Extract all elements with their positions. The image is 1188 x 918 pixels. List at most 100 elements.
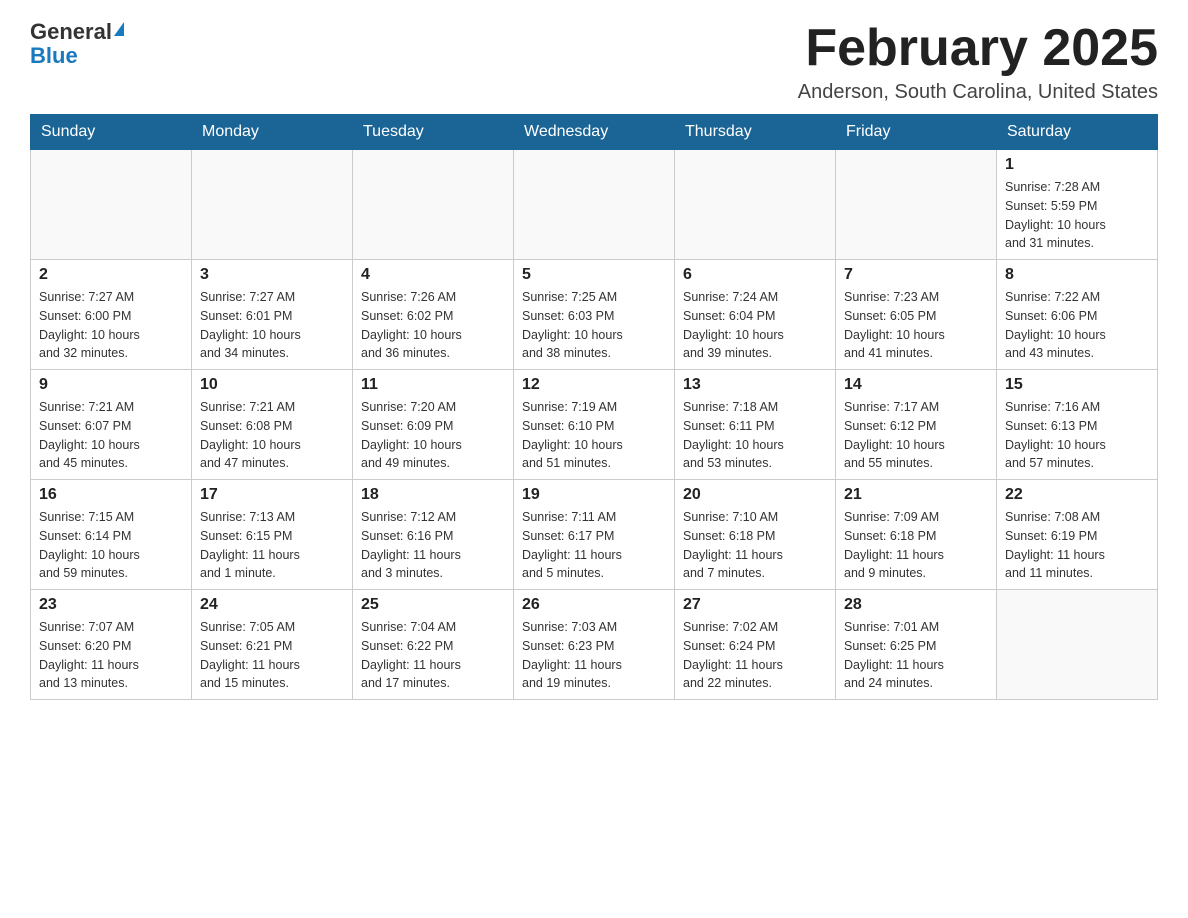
- day-number: 6: [683, 266, 827, 284]
- day-info: Sunrise: 7:25 AM Sunset: 6:03 PM Dayligh…: [522, 288, 666, 363]
- day-number: 24: [200, 596, 344, 614]
- day-number: 21: [844, 486, 988, 504]
- day-number: 2: [39, 266, 183, 284]
- weekday-header-thursday: Thursday: [675, 115, 836, 150]
- day-info: Sunrise: 7:23 AM Sunset: 6:05 PM Dayligh…: [844, 288, 988, 363]
- calendar-cell: 20 Sunrise: 7:10 AM Sunset: 6:18 PM Dayli…: [675, 480, 836, 590]
- day-number: 20: [683, 486, 827, 504]
- day-info: Sunrise: 7:12 AM Sunset: 6:16 PM Dayligh…: [361, 508, 505, 583]
- day-number: 1: [1005, 156, 1149, 174]
- week-row-5: 23 Sunrise: 7:07 AM Sunset: 6:20 PM Dayli…: [31, 590, 1158, 700]
- day-number: 10: [200, 376, 344, 394]
- day-info: Sunrise: 7:21 AM Sunset: 6:08 PM Dayligh…: [200, 398, 344, 473]
- weekday-header-saturday: Saturday: [997, 115, 1158, 150]
- weekday-header-friday: Friday: [836, 115, 997, 150]
- calendar-cell: 21 Sunrise: 7:09 AM Sunset: 6:18 PM Dayli…: [836, 480, 997, 590]
- day-number: 27: [683, 596, 827, 614]
- week-row-4: 16 Sunrise: 7:15 AM Sunset: 6:14 PM Dayli…: [31, 480, 1158, 590]
- calendar-cell: 25Sunrise: 7:04 AM Sunset: 6:22 PM Dayli…: [353, 590, 514, 700]
- day-info: Sunrise: 7:13 AM Sunset: 6:15 PM Dayligh…: [200, 508, 344, 583]
- day-info: Sunrise: 7:02 AM Sunset: 6:24 PM Dayligh…: [683, 618, 827, 693]
- title-area: February 2025 Anderson, South Carolina, …: [798, 20, 1158, 104]
- day-number: 22: [1005, 486, 1149, 504]
- day-info: Sunrise: 7:18 AM Sunset: 6:11 PM Dayligh…: [683, 398, 827, 473]
- calendar-cell: 4Sunrise: 7:26 AM Sunset: 6:02 PM Daylig…: [353, 260, 514, 370]
- calendar-cell: 9 Sunrise: 7:21 AM Sunset: 6:07 PM Daylig…: [31, 370, 192, 480]
- weekday-header-row: SundayMondayTuesdayWednesdayThursdayFrid…: [31, 115, 1158, 150]
- day-number: 9: [39, 376, 183, 394]
- day-number: 11: [361, 376, 505, 394]
- day-info: Sunrise: 7:17 AM Sunset: 6:12 PM Dayligh…: [844, 398, 988, 473]
- day-number: 26: [522, 596, 666, 614]
- day-number: 13: [683, 376, 827, 394]
- calendar-cell: 28Sunrise: 7:01 AM Sunset: 6:25 PM Dayli…: [836, 590, 997, 700]
- day-number: 8: [1005, 266, 1149, 284]
- calendar-cell: 10 Sunrise: 7:21 AM Sunset: 6:08 PM Dayli…: [192, 370, 353, 480]
- day-info: Sunrise: 7:22 AM Sunset: 6:06 PM Dayligh…: [1005, 288, 1149, 363]
- calendar-cell: [192, 150, 353, 260]
- week-row-1: 1 Sunrise: 7:28 AM Sunset: 5:59 PM Daylig…: [31, 150, 1158, 260]
- calendar-cell: 2 Sunrise: 7:27 AM Sunset: 6:00 PM Daylig…: [31, 260, 192, 370]
- weekday-header-monday: Monday: [192, 115, 353, 150]
- header-area: General Blue February 2025 Anderson, Sou…: [30, 20, 1158, 104]
- calendar-cell: 15 Sunrise: 7:16 AM Sunset: 6:13 PM Dayli…: [997, 370, 1158, 480]
- calendar-cell: 6 Sunrise: 7:24 AM Sunset: 6:04 PM Daylig…: [675, 260, 836, 370]
- calendar-cell: 7 Sunrise: 7:23 AM Sunset: 6:05 PM Daylig…: [836, 260, 997, 370]
- day-number: 19: [522, 486, 666, 504]
- calendar-cell: [997, 590, 1158, 700]
- logo-text-blue: Blue: [30, 44, 78, 68]
- week-row-3: 9 Sunrise: 7:21 AM Sunset: 6:07 PM Daylig…: [31, 370, 1158, 480]
- day-info: Sunrise: 7:16 AM Sunset: 6:13 PM Dayligh…: [1005, 398, 1149, 473]
- day-info: Sunrise: 7:04 AM Sunset: 6:22 PM Dayligh…: [361, 618, 505, 693]
- day-info: Sunrise: 7:05 AM Sunset: 6:21 PM Dayligh…: [200, 618, 344, 693]
- day-number: 23: [39, 596, 183, 614]
- day-info: Sunrise: 7:08 AM Sunset: 6:19 PM Dayligh…: [1005, 508, 1149, 583]
- day-info: Sunrise: 7:27 AM Sunset: 6:00 PM Dayligh…: [39, 288, 183, 363]
- logo-area: General Blue: [30, 20, 124, 68]
- calendar-cell: 3Sunrise: 7:27 AM Sunset: 6:01 PM Daylig…: [192, 260, 353, 370]
- day-info: Sunrise: 7:11 AM Sunset: 6:17 PM Dayligh…: [522, 508, 666, 583]
- calendar-cell: 23 Sunrise: 7:07 AM Sunset: 6:20 PM Dayli…: [31, 590, 192, 700]
- day-number: 28: [844, 596, 988, 614]
- day-info: Sunrise: 7:15 AM Sunset: 6:14 PM Dayligh…: [39, 508, 183, 583]
- day-info: Sunrise: 7:10 AM Sunset: 6:18 PM Dayligh…: [683, 508, 827, 583]
- calendar-cell: 22 Sunrise: 7:08 AM Sunset: 6:19 PM Dayli…: [997, 480, 1158, 590]
- day-number: 16: [39, 486, 183, 504]
- calendar-cell: 24 Sunrise: 7:05 AM Sunset: 6:21 PM Dayli…: [192, 590, 353, 700]
- calendar-cell: 5Sunrise: 7:25 AM Sunset: 6:03 PM Daylig…: [514, 260, 675, 370]
- day-number: 7: [844, 266, 988, 284]
- day-info: Sunrise: 7:28 AM Sunset: 5:59 PM Dayligh…: [1005, 178, 1149, 253]
- day-number: 3: [200, 266, 344, 284]
- calendar-cell: 27 Sunrise: 7:02 AM Sunset: 6:24 PM Dayli…: [675, 590, 836, 700]
- day-info: Sunrise: 7:21 AM Sunset: 6:07 PM Dayligh…: [39, 398, 183, 473]
- calendar-cell: [514, 150, 675, 260]
- calendar-title: February 2025: [798, 20, 1158, 77]
- calendar-cell: 13 Sunrise: 7:18 AM Sunset: 6:11 PM Dayli…: [675, 370, 836, 480]
- day-number: 14: [844, 376, 988, 394]
- day-number: 15: [1005, 376, 1149, 394]
- weekday-header-sunday: Sunday: [31, 115, 192, 150]
- calendar-cell: [836, 150, 997, 260]
- logo-text-general: General: [30, 20, 112, 44]
- day-info: Sunrise: 7:26 AM Sunset: 6:02 PM Dayligh…: [361, 288, 505, 363]
- day-info: Sunrise: 7:20 AM Sunset: 6:09 PM Dayligh…: [361, 398, 505, 473]
- calendar-cell: 16 Sunrise: 7:15 AM Sunset: 6:14 PM Dayli…: [31, 480, 192, 590]
- day-number: 18: [361, 486, 505, 504]
- weekday-header-tuesday: Tuesday: [353, 115, 514, 150]
- day-info: Sunrise: 7:07 AM Sunset: 6:20 PM Dayligh…: [39, 618, 183, 693]
- day-number: 17: [200, 486, 344, 504]
- calendar-cell: 18 Sunrise: 7:12 AM Sunset: 6:16 PM Dayli…: [353, 480, 514, 590]
- day-info: Sunrise: 7:09 AM Sunset: 6:18 PM Dayligh…: [844, 508, 988, 583]
- calendar-cell: 8 Sunrise: 7:22 AM Sunset: 6:06 PM Daylig…: [997, 260, 1158, 370]
- logo-triangle-icon: [114, 22, 124, 36]
- calendar-subtitle: Anderson, South Carolina, United States: [798, 81, 1158, 104]
- day-info: Sunrise: 7:24 AM Sunset: 6:04 PM Dayligh…: [683, 288, 827, 363]
- day-info: Sunrise: 7:19 AM Sunset: 6:10 PM Dayligh…: [522, 398, 666, 473]
- calendar-cell: [353, 150, 514, 260]
- calendar-cell: 1 Sunrise: 7:28 AM Sunset: 5:59 PM Daylig…: [997, 150, 1158, 260]
- weekday-header-wednesday: Wednesday: [514, 115, 675, 150]
- week-row-2: 2 Sunrise: 7:27 AM Sunset: 6:00 PM Daylig…: [31, 260, 1158, 370]
- calendar-cell: 12 Sunrise: 7:19 AM Sunset: 6:10 PM Dayli…: [514, 370, 675, 480]
- calendar-cell: 17 Sunrise: 7:13 AM Sunset: 6:15 PM Dayli…: [192, 480, 353, 590]
- day-number: 12: [522, 376, 666, 394]
